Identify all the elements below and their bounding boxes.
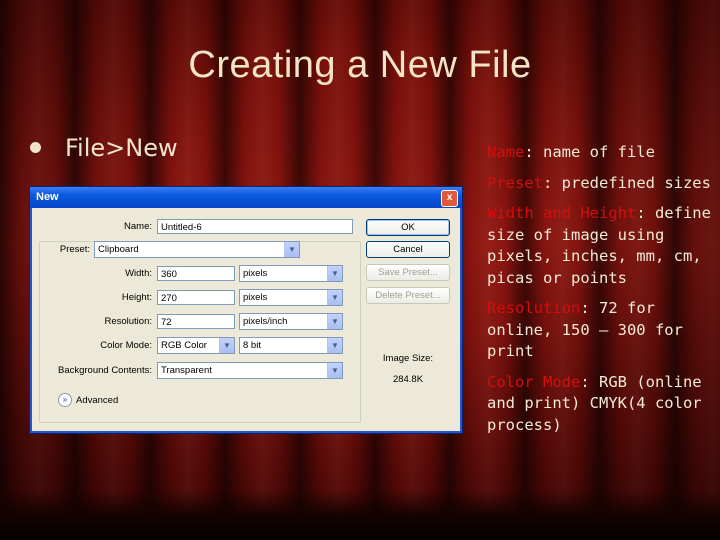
note-item: Resolution: 72 for online, 150 – 300 for… xyxy=(487,298,712,363)
advanced-label[interactable]: Advanced xyxy=(76,395,118,406)
expand-advanced-icon[interactable]: » xyxy=(58,393,72,407)
name-field[interactable]: Untitled-6 xyxy=(157,219,353,234)
note-item: Color Mode: RGB (online and print) CMYK(… xyxy=(487,372,712,437)
resolution-unit-select[interactable]: pixels/inch ▼ xyxy=(239,313,343,330)
colormode-value: RGB Color xyxy=(161,340,207,351)
dialog-title: New xyxy=(36,191,59,203)
resolution-unit-value: pixels/inch xyxy=(243,316,288,327)
new-file-dialog: New x Name: Untitled-6 Preset: Clipboard… xyxy=(29,186,463,434)
cancel-button[interactable]: Cancel xyxy=(366,241,450,258)
chevron-down-icon: ▼ xyxy=(327,290,342,305)
resolution-label: Resolution: xyxy=(104,316,152,327)
bullet-text: File>New xyxy=(65,134,178,162)
width-label: Width: xyxy=(125,268,152,279)
chevron-down-icon: ▼ xyxy=(284,242,299,257)
height-unit-select[interactable]: pixels ▼ xyxy=(239,289,343,306)
colordepth-select[interactable]: 8 bit ▼ xyxy=(239,337,343,354)
width-unit-value: pixels xyxy=(243,268,268,279)
image-size-label: Image Size: xyxy=(382,353,434,364)
bullet-dot-icon xyxy=(30,142,41,153)
note-item: Name: name of file xyxy=(487,142,712,164)
background-label: Background Contents: xyxy=(57,365,152,376)
width-unit-select[interactable]: pixels ▼ xyxy=(239,265,343,282)
preset-value: Clipboard xyxy=(98,244,139,255)
save-preset-button[interactable]: Save Preset... xyxy=(366,264,450,281)
note-key: Color Mode xyxy=(487,372,581,391)
chevron-down-icon: ▼ xyxy=(327,363,342,378)
name-label: Name: xyxy=(124,221,152,232)
colormode-label: Color Mode: xyxy=(100,340,152,351)
colordepth-value: 8 bit xyxy=(243,340,261,351)
height-label: Height: xyxy=(121,292,152,303)
chevron-down-icon: ▼ xyxy=(327,338,342,353)
note-text: : name of file xyxy=(524,143,655,161)
preset-select[interactable]: Clipboard ▼ xyxy=(94,241,300,258)
note-key: Name xyxy=(487,143,525,161)
close-icon[interactable]: x xyxy=(441,190,458,207)
height-unit-value: pixels xyxy=(243,292,268,303)
delete-preset-button[interactable]: Delete Preset... xyxy=(366,287,450,304)
chevron-down-icon: ▼ xyxy=(327,266,342,281)
background-value: Transparent xyxy=(161,365,212,376)
bullet-file-new: File>New xyxy=(30,134,178,162)
notes-list: Name: name of file Preset: predefined si… xyxy=(487,142,712,445)
preset-label: Preset: xyxy=(59,244,90,255)
resolution-field[interactable]: 72 xyxy=(157,314,235,329)
note-key: Resolution xyxy=(487,299,581,317)
slide-title: Creating a New File xyxy=(188,44,532,86)
background-select[interactable]: Transparent ▼ xyxy=(157,362,343,379)
dialog-titlebar[interactable]: New xyxy=(30,187,462,208)
height-field[interactable]: 270 xyxy=(157,290,235,305)
chevron-down-icon: ▼ xyxy=(327,314,342,329)
colormode-select[interactable]: RGB Color ▼ xyxy=(157,337,235,354)
note-text: : predefined sizes xyxy=(543,173,711,192)
stage-floor xyxy=(0,490,720,540)
note-key: Width and Height xyxy=(487,204,637,222)
note-item: Width and Height: define size of image u… xyxy=(487,203,712,289)
note-item: Preset: predefined sizes xyxy=(487,173,712,195)
ok-button[interactable]: OK xyxy=(366,219,450,236)
width-field[interactable]: 360 xyxy=(157,266,235,281)
note-key: Preset xyxy=(487,173,543,192)
chevron-down-icon: ▼ xyxy=(219,338,234,353)
image-size-value: 284.8K xyxy=(392,374,424,385)
